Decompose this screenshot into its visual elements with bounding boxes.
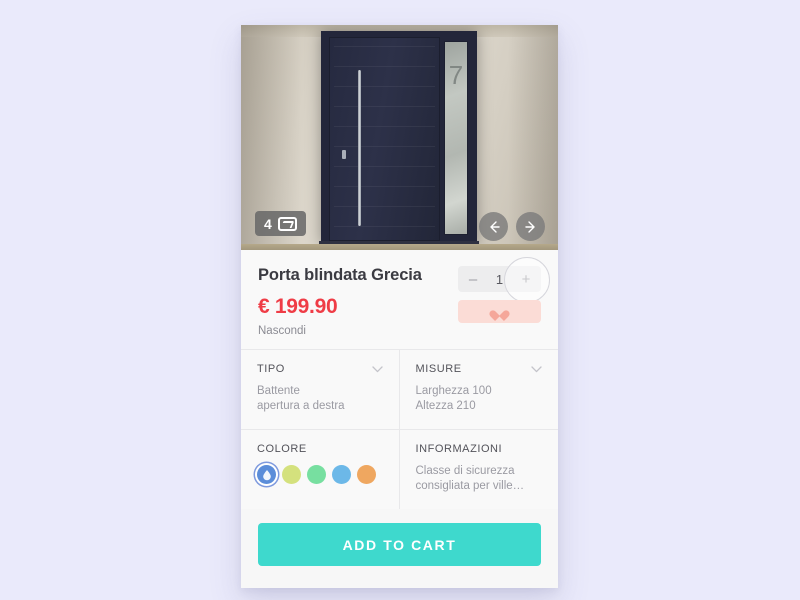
spec-body-tipo: Battente apertura a destra (257, 385, 345, 412)
color-swatch-verde-menta[interactable] (307, 465, 326, 484)
heart-icon (493, 306, 506, 318)
arrow-right-icon (524, 220, 535, 233)
photo-count-label: 4 (264, 215, 272, 232)
spec-header-tipo: TIPO (257, 363, 383, 375)
arrow-left-icon (489, 220, 500, 233)
add-to-cart-button[interactable]: ADD TO CART (258, 523, 541, 566)
product-info-block: Porta blindata Grecia € 199.90 Nascondi … (241, 250, 558, 349)
spec-title-tipo: TIPO (257, 363, 285, 375)
door-panel (329, 37, 440, 241)
droplet-icon (262, 469, 271, 480)
cta-area: ADD TO CART (241, 509, 558, 588)
spec-header-colore: COLORE (257, 443, 383, 455)
spec-cell-colore[interactable]: COLORE (241, 430, 400, 509)
gallery-nav-controls (479, 212, 545, 241)
quantity-stepper[interactable]: – 1 + (458, 257, 550, 303)
hide-link[interactable]: Nascondi (258, 325, 541, 337)
quantity-value: 1 (495, 271, 504, 287)
photo-count-badge[interactable]: 4 (255, 211, 306, 236)
spec-body-misure: Larghezza 100 Altezza 210 (415, 385, 492, 412)
door-lock (342, 150, 346, 159)
color-swatch-list (257, 465, 383, 484)
spec-title-informazioni: INFORMAZIONI (415, 443, 503, 455)
gallery-next-button[interactable] (516, 212, 545, 241)
spec-title-misure: MISURE (415, 363, 462, 375)
gallery-prev-button[interactable] (479, 212, 508, 241)
door-frame: 7 (321, 31, 477, 245)
spec-title-colore: COLORE (257, 443, 307, 455)
chevron-down-icon[interactable] (531, 365, 542, 373)
favorite-button[interactable] (458, 300, 541, 323)
door-sidelight-glass: 7 (444, 41, 468, 235)
color-swatch-azzurro[interactable] (332, 465, 351, 484)
color-swatch-verde-lime[interactable] (282, 465, 301, 484)
spec-body-informazioni: Classe di sicurezza consigliata per vill… (415, 465, 525, 492)
spec-cell-tipo[interactable]: TIPO Battente apertura a destra (241, 350, 400, 430)
chevron-down-icon[interactable] (371, 365, 383, 373)
specification-grid: TIPO Battente apertura a destra MISURE L… (241, 349, 558, 509)
photo-icon (278, 216, 297, 231)
house-number: 7 (448, 60, 464, 90)
door-panel-grooves (334, 46, 435, 232)
door-handle (358, 70, 361, 226)
spec-cell-informazioni[interactable]: INFORMAZIONI Classe di sicurezza consigl… (400, 430, 559, 509)
quantity-decrement-button[interactable]: – (460, 266, 486, 292)
spec-cell-misure[interactable]: MISURE Larghezza 100 Altezza 210 (399, 350, 558, 430)
product-image-gallery[interactable]: 7 4 (241, 25, 558, 250)
spec-header-misure: MISURE (416, 363, 543, 375)
color-swatch-arancione[interactable] (357, 465, 376, 484)
quantity-increment-button[interactable]: + (513, 266, 539, 292)
spec-header-informazioni: INFORMAZIONI (416, 443, 543, 455)
color-swatch-blu[interactable] (257, 465, 276, 484)
product-card: 7 4 Porta blindata Grecia € 199.90 Nasco… (241, 25, 558, 588)
